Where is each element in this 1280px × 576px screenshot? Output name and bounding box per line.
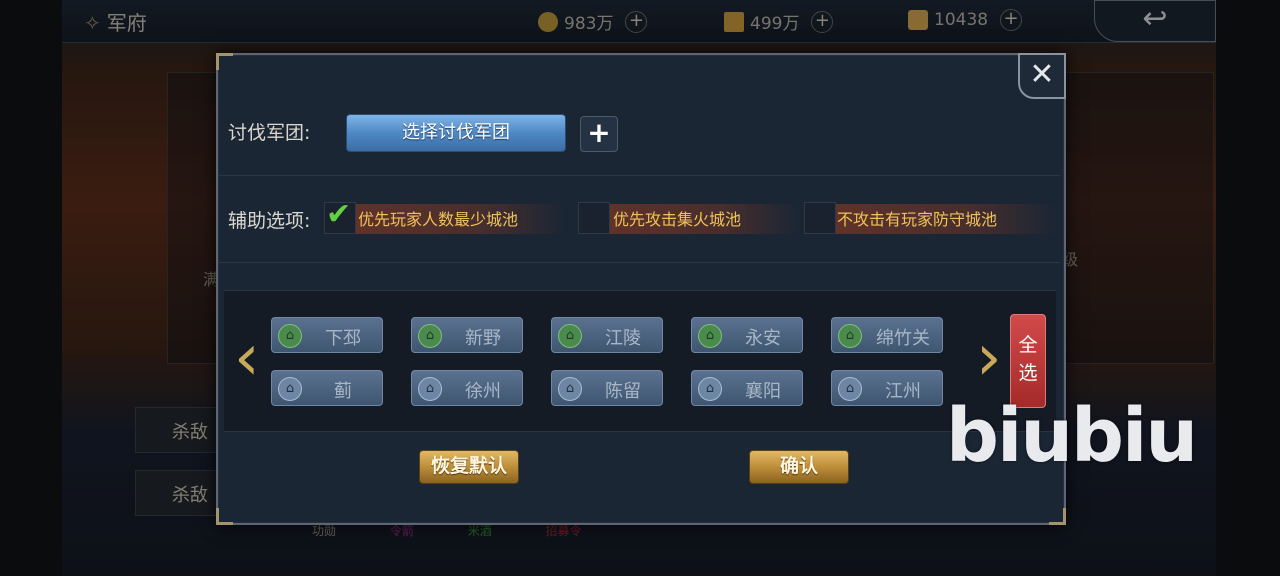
- city-name: 蓟: [334, 381, 352, 402]
- option-checkbox-3[interactable]: [804, 202, 836, 234]
- confirm-button[interactable]: 确认: [749, 450, 849, 484]
- chevron-left-icon: ‹: [234, 321, 260, 395]
- city-gate-icon: ⌂: [838, 324, 862, 348]
- add-army-button[interactable]: +: [580, 116, 618, 152]
- assist-options-label: 辅助选项:: [228, 210, 311, 232]
- city-gate-icon: ⌂: [698, 324, 722, 348]
- city-button-yongan[interactable]: ⌂ 永安: [691, 317, 803, 353]
- city-name: 永安: [745, 328, 781, 349]
- corner-ornament: [1049, 508, 1066, 525]
- city-name: 江州: [885, 381, 921, 402]
- city-selection-panel: [224, 290, 1056, 432]
- select-army-button[interactable]: 选择讨伐军团: [346, 114, 566, 152]
- city-gate-icon: ⌂: [278, 324, 302, 348]
- city-button-xiapi[interactable]: ⌂ 下邳: [271, 317, 383, 353]
- option-label-3: 不攻击有玩家防守城池: [837, 210, 998, 229]
- city-gate-icon: ⌂: [418, 324, 442, 348]
- city-name: 新野: [465, 328, 501, 349]
- city-name: 下邳: [325, 328, 361, 349]
- city-button-jiangzhou[interactable]: ⌂ 江州: [831, 370, 943, 406]
- option-label-2: 优先攻击集火城池: [613, 210, 742, 229]
- crusade-settings-dialog: [216, 53, 1066, 525]
- corner-ornament: [216, 53, 233, 70]
- restore-default-button[interactable]: 恢复默认: [419, 450, 519, 484]
- option-checkbox-2[interactable]: [578, 202, 610, 234]
- next-page-button[interactable]: ›: [976, 318, 1002, 402]
- city-button-xinye[interactable]: ⌂ 新野: [411, 317, 523, 353]
- watermark: biubiu: [946, 393, 1198, 479]
- city-gate-icon: ⌂: [278, 377, 302, 401]
- option-checkbox-1[interactable]: ✔: [324, 197, 356, 234]
- city-name: 绵竹关: [876, 328, 930, 349]
- city-name: 襄阳: [745, 381, 781, 402]
- divider: [218, 262, 1060, 263]
- city-name: 徐州: [465, 381, 501, 402]
- city-gate-icon: ⌂: [418, 377, 442, 401]
- city-name: 江陵: [605, 328, 641, 349]
- army-label: 讨伐军团:: [228, 122, 311, 144]
- city-button-xiangyang[interactable]: ⌂ 襄阳: [691, 370, 803, 406]
- city-gate-icon: ⌂: [698, 377, 722, 401]
- city-gate-icon: ⌂: [558, 324, 582, 348]
- chevron-right-icon: ›: [976, 321, 1002, 395]
- plus-icon: +: [587, 116, 611, 149]
- city-button-xuzhou[interactable]: ⌂ 徐州: [411, 370, 523, 406]
- option-label-1: 优先玩家人数最少城池: [358, 210, 519, 229]
- city-button-chenliu[interactable]: ⌂ 陈留: [551, 370, 663, 406]
- city-button-jiangling[interactable]: ⌂ 江陵: [551, 317, 663, 353]
- city-gate-icon: ⌂: [558, 377, 582, 401]
- close-icon: ✕: [1029, 57, 1055, 92]
- divider: [218, 175, 1060, 176]
- city-button-mianzhuguan[interactable]: ⌂ 绵竹关: [831, 317, 943, 353]
- checkmark-icon: ✔: [326, 197, 352, 232]
- prev-page-button[interactable]: ‹: [234, 318, 260, 402]
- close-button[interactable]: ✕: [1018, 53, 1066, 99]
- city-button-ji[interactable]: ⌂ 蓟: [271, 370, 383, 406]
- city-name: 陈留: [605, 381, 641, 402]
- corner-ornament: [216, 508, 233, 525]
- city-gate-icon: ⌂: [838, 377, 862, 401]
